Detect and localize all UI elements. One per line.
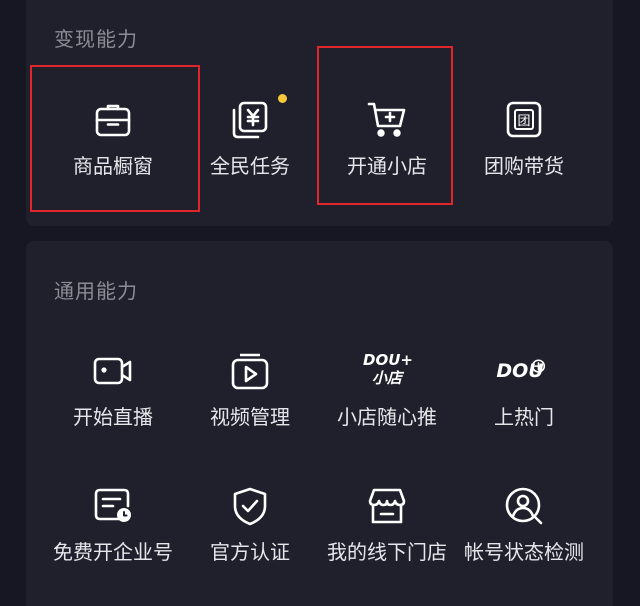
start-live-label: 开始直播 <box>73 405 153 429</box>
account-status-check-label: 帐号状态检测 <box>464 540 584 564</box>
video-manage-label: 视频管理 <box>210 405 290 429</box>
account-status-check-button[interactable]: 帐号状态检测 <box>456 486 592 586</box>
enterprise-card-icon <box>93 486 133 526</box>
notification-dot <box>278 94 287 103</box>
enterprise-account-button[interactable]: 免费开企业号 <box>45 486 181 586</box>
offline-store-label: 我的线下门店 <box>327 540 447 564</box>
shield-check-icon <box>230 486 270 526</box>
enterprise-account-label: 免费开企业号 <box>53 540 173 564</box>
creator-services-page: 变现能力 商品橱窗 全民任务 开通小店 团 团购带货 通用能力 开始直播 视频管… <box>0 0 640 606</box>
shop-promote-label: 小店随心推 <box>337 405 437 429</box>
yen-cards-icon <box>230 100 270 140</box>
start-live-button[interactable]: 开始直播 <box>45 351 181 451</box>
group-buy-button[interactable]: 团 团购带货 <box>456 100 592 200</box>
video-manage-button[interactable]: 视频管理 <box>182 351 318 451</box>
dou-plus-logo-icon: DOU <box>496 359 546 382</box>
group-buy-label: 团购带货 <box>484 154 564 178</box>
public-tasks-button[interactable]: 全民任务 <box>182 94 318 200</box>
group-buy-icon: 团 <box>504 100 544 140</box>
official-verification-button[interactable]: 官方认证 <box>182 486 318 586</box>
video-manage-icon <box>230 351 270 391</box>
official-verification-label: 官方认证 <box>210 540 290 564</box>
svg-text:团: 团 <box>517 114 530 129</box>
account-check-icon <box>504 486 544 526</box>
dou-plus-shop-logo-icon: DOU+ 小店 <box>363 351 413 387</box>
offline-store-button[interactable]: 我的线下门店 <box>319 486 455 586</box>
highlight-box-open-shop <box>317 46 453 205</box>
trending-boost-label: 上热门 <box>494 405 554 429</box>
shop-promote-button[interactable]: DOU+ 小店 小店随心推 <box>319 351 455 451</box>
highlight-box-showcase <box>30 65 200 212</box>
general-section-title: 通用能力 <box>54 279 138 303</box>
storefront-icon <box>367 486 407 526</box>
monetize-section-title: 变现能力 <box>54 27 138 51</box>
trending-boost-button[interactable]: DOU 上热门 <box>456 351 592 451</box>
live-camera-icon <box>93 351 133 391</box>
